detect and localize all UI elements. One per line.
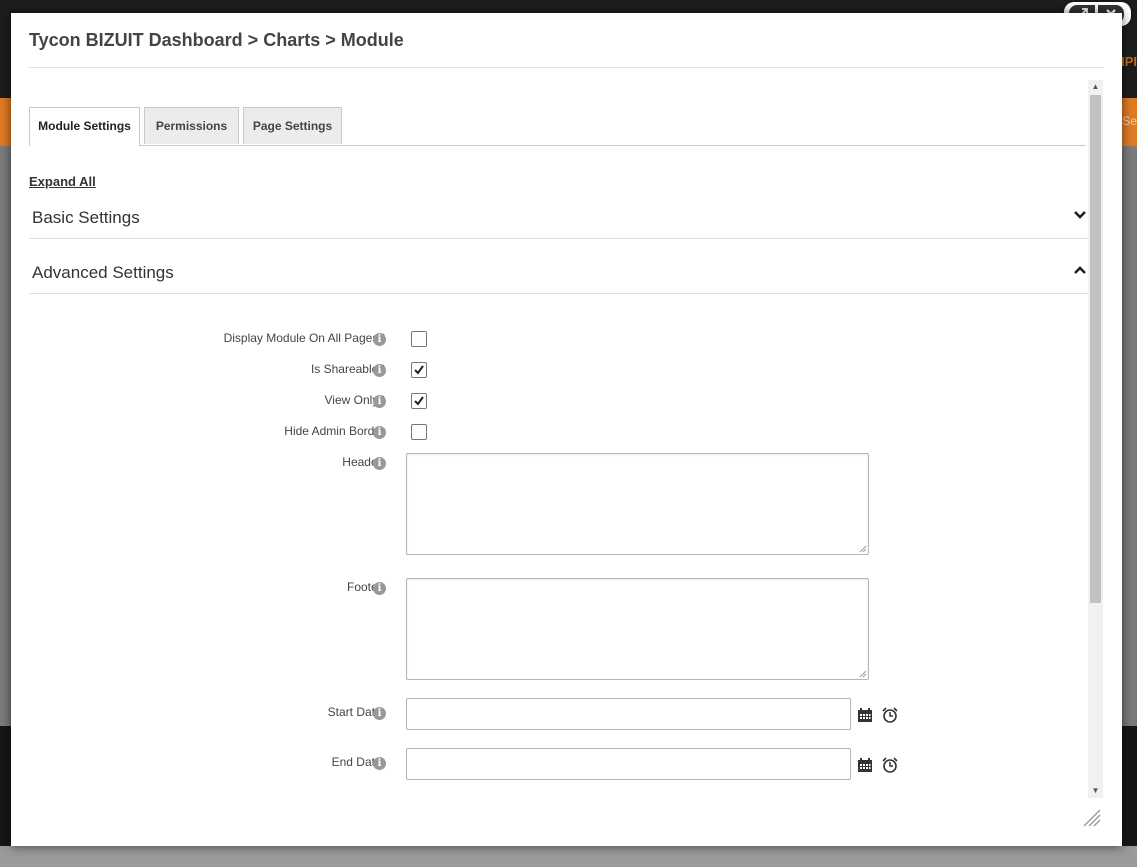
hide-admin-border-label: Hide Admin Border	[284, 424, 385, 438]
footer-textarea[interactable]	[406, 578, 869, 680]
info-icon[interactable]: i	[373, 333, 386, 346]
resize-handle-icon[interactable]	[859, 545, 867, 553]
title-divider	[29, 67, 1104, 68]
checkmark-icon	[414, 396, 424, 406]
background-strip	[0, 846, 1137, 867]
tab-module-settings[interactable]: Module Settings	[29, 107, 140, 146]
display-all-pages-checkbox[interactable]	[411, 331, 427, 347]
calendar-icon[interactable]	[857, 757, 873, 773]
background-nav-text: Se	[1122, 114, 1137, 128]
scroll-up-arrow-icon[interactable]: ▲	[1088, 80, 1103, 94]
info-icon[interactable]: i	[373, 364, 386, 377]
background-logo-text: IPI	[1121, 54, 1137, 69]
info-icon[interactable]: i	[373, 707, 386, 720]
advanced-settings-label: Advanced Settings	[32, 263, 174, 282]
chevron-down-icon	[1074, 211, 1086, 219]
dialog-resize-icon[interactable]	[1082, 808, 1102, 828]
tab-permissions[interactable]: Permissions	[144, 107, 239, 144]
view-only-checkbox[interactable]	[411, 393, 427, 409]
start-date-input[interactable]	[406, 698, 851, 730]
advanced-settings-header[interactable]: Advanced Settings	[29, 251, 1089, 294]
checkmark-icon	[414, 365, 424, 375]
clock-icon[interactable]	[882, 707, 898, 723]
info-icon[interactable]: i	[373, 757, 386, 770]
chevron-up-icon	[1074, 266, 1086, 274]
basic-settings-header[interactable]: Basic Settings	[29, 196, 1089, 239]
info-icon[interactable]: i	[373, 426, 386, 439]
end-date-input[interactable]	[406, 748, 851, 780]
tab-bar: Module Settings Permissions Page Setting…	[29, 107, 1086, 146]
header-textarea[interactable]	[406, 453, 869, 555]
dialog-content: Module Settings Permissions Page Setting…	[29, 79, 1104, 799]
tab-page-settings[interactable]: Page Settings	[243, 107, 342, 144]
is-shareable-checkbox[interactable]	[411, 362, 427, 378]
basic-settings-label: Basic Settings	[32, 208, 140, 227]
calendar-icon[interactable]	[857, 707, 873, 723]
hide-admin-border-checkbox[interactable]	[411, 424, 427, 440]
expand-all-link[interactable]: Expand All	[29, 174, 96, 189]
scroll-down-arrow-icon[interactable]: ▼	[1088, 784, 1103, 798]
module-settings-dialog: Tycon BIZUIT Dashboard > Charts > Module…	[11, 13, 1122, 846]
info-icon[interactable]: i	[373, 457, 386, 470]
dialog-title: Tycon BIZUIT Dashboard > Charts > Module	[29, 30, 404, 50]
clock-icon[interactable]	[882, 757, 898, 773]
info-icon[interactable]: i	[373, 395, 386, 408]
vertical-scrollbar[interactable]: ▲ ▼	[1088, 80, 1103, 798]
info-icon[interactable]: i	[373, 582, 386, 595]
scrollbar-thumb[interactable]	[1090, 95, 1101, 603]
resize-handle-icon[interactable]	[859, 670, 867, 678]
display-all-pages-label: Display Module On All Pages?	[223, 331, 385, 345]
